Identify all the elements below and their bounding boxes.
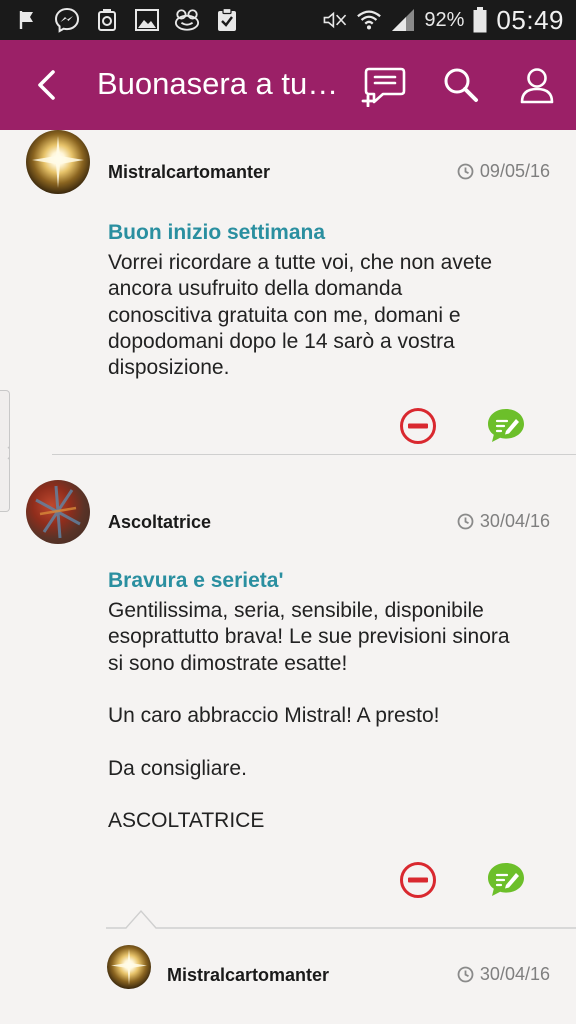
frog-icon xyxy=(174,7,200,33)
chevron-right-icon xyxy=(7,446,15,460)
side-drawer-handle[interactable] xyxy=(0,390,15,512)
search-icon xyxy=(444,68,478,102)
battery-icon xyxy=(472,7,488,33)
painting-icon xyxy=(35,485,81,539)
search-button[interactable] xyxy=(438,62,484,108)
app-bar: Buonasera a tu… xyxy=(0,40,576,130)
reply-button[interactable] xyxy=(486,406,526,446)
status-bar: 92% 05:49 xyxy=(0,0,576,40)
reply-comment-icon xyxy=(488,409,524,442)
image-icon xyxy=(134,7,160,33)
signal-icon xyxy=(390,7,416,33)
minus-circle-icon xyxy=(400,408,436,444)
recycle-icon xyxy=(94,7,120,33)
avatar[interactable] xyxy=(107,945,151,989)
profile-button[interactable] xyxy=(514,62,560,108)
new-comment-icon xyxy=(361,67,406,107)
comment-author[interactable]: Mistralcartomanter xyxy=(108,162,270,183)
clock-icon xyxy=(457,966,474,983)
reply-author[interactable]: Mistralcartomanter xyxy=(167,965,329,986)
new-comment-button[interactable] xyxy=(361,62,407,108)
star-burst-icon xyxy=(111,949,147,985)
remove-button[interactable] xyxy=(398,406,438,446)
profile-icon xyxy=(520,68,554,104)
clipboard-check-icon xyxy=(214,7,240,33)
comment-body: Gentilissima, seria, sensibile, disponib… xyxy=(108,599,510,833)
clock-icon xyxy=(457,513,474,530)
chevron-left-icon xyxy=(38,70,55,100)
reply-date: 30/04/16 xyxy=(457,964,550,985)
comment-author[interactable]: Ascoltatrice xyxy=(108,512,211,533)
page-title: Buonasera a tu… xyxy=(97,66,339,101)
star-burst-icon xyxy=(32,136,84,188)
comment-title: Bravura e serieta' xyxy=(108,569,284,592)
reply-date-text: 30/04/16 xyxy=(479,964,550,984)
comment-body: Vorrei ricordare a tutte voi, che non av… xyxy=(108,251,493,380)
wifi-icon xyxy=(356,7,382,33)
comment-title: Buon inizio settimana xyxy=(108,221,326,244)
remove-button[interactable] xyxy=(398,860,438,900)
mute-icon xyxy=(322,7,348,33)
messenger-icon xyxy=(54,7,80,33)
reply-comment-icon xyxy=(488,863,524,896)
clock-icon xyxy=(457,163,474,180)
avatar[interactable] xyxy=(26,480,90,544)
comments-list[interactable]: Mistralcartomanter 09/05/16 Buon inizio … xyxy=(0,130,576,1024)
avatar[interactable] xyxy=(26,130,90,194)
reply-separator xyxy=(106,909,576,929)
comment-date-text: 09/05/16 xyxy=(479,161,550,181)
reply-button[interactable] xyxy=(486,860,526,900)
divider xyxy=(52,454,576,455)
comment-date: 30/04/16 xyxy=(457,511,550,532)
back-button[interactable] xyxy=(26,64,66,106)
comment-date-text: 30/04/16 xyxy=(479,511,550,531)
minus-circle-icon xyxy=(400,862,436,898)
flag-icon xyxy=(14,7,40,33)
battery-percent: 92% xyxy=(424,8,465,31)
comment-date: 09/05/16 xyxy=(457,161,550,182)
clock: 05:49 xyxy=(496,4,564,35)
